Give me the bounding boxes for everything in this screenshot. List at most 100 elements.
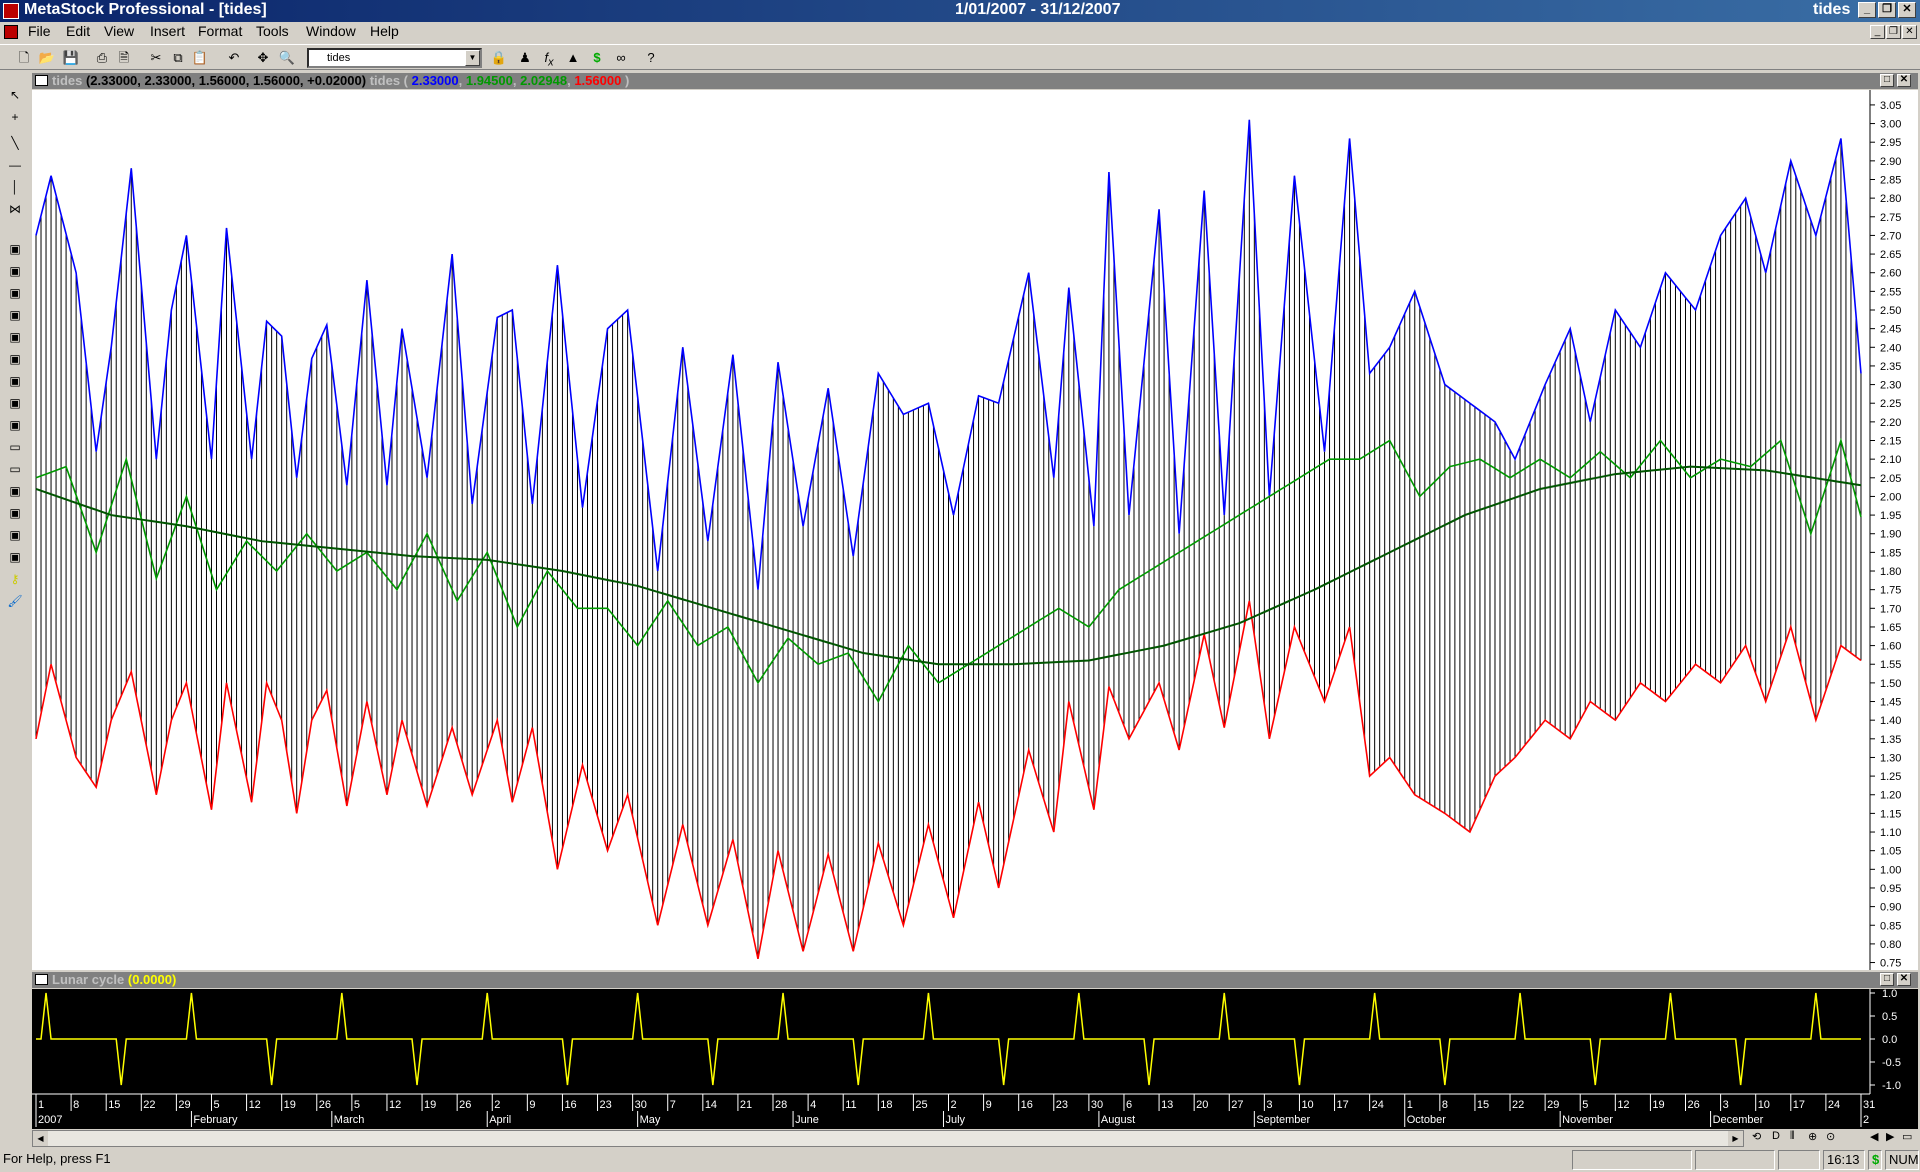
pane-maximize-button[interactable]: □ — [1880, 74, 1894, 87]
tool-1-icon[interactable]: ▣ — [6, 240, 24, 258]
print-preview-icon[interactable]: 🗎 — [114, 48, 134, 68]
key-icon[interactable]: ⚷ — [6, 570, 24, 588]
date-day-label: 8 — [73, 1099, 79, 1111]
menu-tools[interactable]: Tools — [256, 23, 289, 39]
date-day-label: 3 — [1723, 1099, 1729, 1111]
binoculars-icon[interactable]: ∞ — [611, 48, 631, 68]
restore-button[interactable]: ❐ — [1878, 2, 1896, 18]
copy-icon[interactable]: ⧉ — [168, 48, 188, 68]
menu-window[interactable]: Window — [306, 23, 356, 39]
minimize-button[interactable]: _ — [1858, 2, 1876, 18]
lunar-maximize-button[interactable]: □ — [1880, 973, 1894, 986]
lunar-close-button[interactable]: ✕ — [1897, 973, 1911, 986]
pointer-icon[interactable]: ↖ — [6, 86, 24, 104]
tool-15-icon[interactable]: ▣ — [6, 548, 24, 566]
trendline-icon[interactable]: ╲ — [6, 134, 24, 152]
scroll-left-icon[interactable]: ◀ — [33, 1131, 48, 1146]
menu-insert[interactable]: Insert — [150, 23, 185, 39]
explorer-icon[interactable]: ▲ — [563, 48, 583, 68]
price-ytick-label: 1.40 — [1880, 715, 1901, 727]
tool-9-icon[interactable]: ▣ — [6, 416, 24, 434]
menu-help[interactable]: Help — [370, 23, 399, 39]
new-icon[interactable]: 🗋 — [14, 48, 34, 68]
fibonacci-icon[interactable]: ⋈ — [6, 200, 24, 218]
pane-close-button[interactable]: ✕ — [1897, 74, 1911, 87]
tool-4-icon[interactable]: ▣ — [6, 306, 24, 324]
date-day-label: 5 — [354, 1099, 360, 1111]
scroll-zoom-icon[interactable]: ⊕ — [1808, 1130, 1817, 1143]
crosshair-icon[interactable]: ✥ — [253, 48, 273, 68]
scroll-right-icon[interactable]: ▶ — [1728, 1131, 1743, 1146]
security-combo[interactable]: tides ▼ — [307, 48, 482, 68]
price-ytick-label: 1.25 — [1880, 771, 1901, 783]
lunar-pane-header: Lunar cycle (0.0000) □ ✕ — [32, 972, 1918, 988]
save-icon[interactable]: 💾 — [61, 48, 81, 68]
mdi-close-button[interactable]: ✕ — [1902, 25, 1917, 39]
date-day-label: 30 — [1091, 1099, 1103, 1111]
scroll-prev-icon[interactable]: ◀ — [1870, 1130, 1878, 1143]
tool-7-icon[interactable]: ▣ — [6, 372, 24, 390]
doc-icon[interactable] — [4, 25, 18, 39]
close-button[interactable]: ✕ — [1898, 2, 1916, 18]
scroll-bars-icon[interactable]: ⫴ — [1790, 1130, 1795, 1143]
menu-file[interactable]: File — [28, 23, 51, 39]
print-icon[interactable]: ⎙ — [92, 48, 112, 68]
horizontal-line-icon[interactable]: — — [6, 156, 24, 174]
mdi-minimize-button[interactable]: _ — [1870, 25, 1885, 39]
scroll-d-icon[interactable]: D — [1772, 1130, 1780, 1142]
price-ytick-label: 2.30 — [1880, 380, 1901, 392]
lunar-ytick-label: 1.0 — [1882, 989, 1897, 1000]
vertical-line-icon[interactable]: │ — [6, 178, 24, 196]
tool-8-icon[interactable]: ▣ — [6, 394, 24, 412]
price-ytick-label: 2.10 — [1880, 454, 1901, 466]
price-ytick-label: 2.65 — [1880, 249, 1901, 261]
date-month-label: March — [334, 1114, 365, 1126]
function-icon[interactable]: fx — [539, 48, 559, 69]
crosshair-tool-icon[interactable]: + — [6, 108, 24, 126]
price-ytick-label: 1.80 — [1880, 566, 1901, 578]
date-day-label: 29 — [178, 1099, 190, 1111]
menu-edit[interactable]: Edit — [66, 23, 90, 39]
scroll-sync-icon[interactable]: ⟲ — [1752, 1130, 1761, 1143]
tool-10-icon[interactable]: ▭ — [6, 438, 24, 456]
date-day-label: 5 — [213, 1099, 219, 1111]
paint-icon[interactable]: 🖌 — [6, 592, 24, 610]
window-title: MetaStock Professional - [tides] — [24, 1, 267, 18]
cut-icon[interactable]: ✂ — [146, 48, 166, 68]
zoom-icon[interactable]: 🔍 — [277, 48, 297, 68]
dollar-icon[interactable]: $ — [587, 48, 607, 68]
lock-icon[interactable]: 🔒 — [489, 48, 509, 68]
undo-icon[interactable]: ↶ — [224, 48, 244, 68]
lunar-chart[interactable]: 1.00.50.0-0.5-1.0 1 8 15 22 29 5 12 19 26 5 12 19 26… — [32, 989, 1918, 1129]
tool-13-icon[interactable]: ▣ — [6, 504, 24, 522]
paste-icon[interactable]: 📋 — [190, 48, 210, 68]
scroll-page-icon[interactable]: ▭ — [1902, 1130, 1912, 1143]
tool-3-icon[interactable]: ▣ — [6, 284, 24, 302]
chevron-down-icon[interactable]: ▼ — [465, 50, 480, 66]
price-ytick-label: 1.00 — [1880, 864, 1901, 876]
tool-11-icon[interactable]: ▭ — [6, 460, 24, 478]
price-ytick-label: 1.70 — [1880, 603, 1901, 615]
scroll-target-icon[interactable]: ⊙ — [1826, 1130, 1835, 1143]
horizontal-scrollbar[interactable]: ◀ ▶ — [32, 1130, 1744, 1147]
scroll-next-icon[interactable]: ▶ — [1886, 1130, 1894, 1143]
tool-5-icon[interactable]: ▣ — [6, 328, 24, 346]
app-icon[interactable] — [3, 3, 19, 19]
expert-icon[interactable]: ♟ — [515, 48, 535, 68]
menu-format[interactable]: Format — [198, 23, 242, 39]
menu-view[interactable]: View — [104, 23, 134, 39]
tool-2-icon[interactable]: ▣ — [6, 262, 24, 280]
date-day-label: 6 — [1126, 1099, 1132, 1111]
help-pointer-icon[interactable]: ? — [641, 48, 661, 68]
price-chart[interactable]: 3.05 3.00 2.95 2.90 2.85 2.80 2.75 2.70 2.65 2.60… — [32, 90, 1918, 970]
tool-14-icon[interactable]: ▣ — [6, 526, 24, 544]
tool-6-icon[interactable]: ▣ — [6, 350, 24, 368]
open-icon[interactable]: 📂 — [37, 48, 57, 68]
date-day-label: 16 — [564, 1099, 576, 1111]
date-month-label: 2 — [1863, 1114, 1869, 1126]
price-ytick-label: 2.60 — [1880, 268, 1901, 280]
price-ytick-label: 2.75 — [1880, 212, 1901, 224]
price-ytick-label: 0.95 — [1880, 883, 1901, 895]
tool-12-icon[interactable]: ▣ — [6, 482, 24, 500]
mdi-restore-button[interactable]: ❐ — [1886, 25, 1901, 39]
